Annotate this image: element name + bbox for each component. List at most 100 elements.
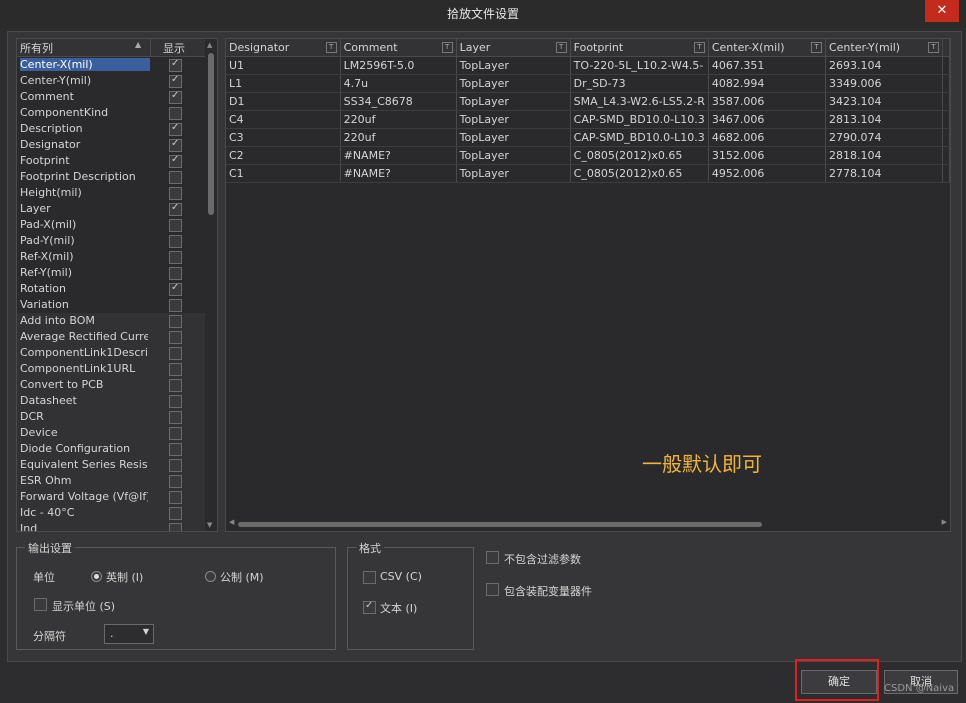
csv-label[interactable]: CSV (C) [380, 570, 422, 583]
column-item[interactable]: Footprint Description [17, 169, 217, 185]
column-item[interactable]: Datasheet [17, 393, 217, 409]
column-show-checkbox[interactable] [169, 315, 182, 328]
column-item[interactable]: Height(mil) [17, 185, 217, 201]
columns-list[interactable]: 所有列 ▲ 显示 Center-X(mil) Center-Y(mil) Comme… [16, 38, 218, 532]
include-variants-label[interactable]: 包含装配变量器件 [504, 583, 592, 599]
column-item[interactable]: Add into BOM [17, 313, 217, 329]
column-item[interactable]: Footprint [17, 153, 217, 169]
include-variants-checkbox[interactable] [486, 583, 499, 596]
show-units-checkbox[interactable] [34, 598, 47, 611]
table-row[interactable]: L1 4.7u TopLayer Dr_SD-73 4082.994 3349.006 [226, 74, 950, 93]
column-show-checkbox[interactable] [169, 187, 182, 200]
column-show-checkbox[interactable] [169, 299, 182, 312]
separator-dropdown[interactable]: . ▼ [104, 624, 154, 644]
column-item[interactable]: Description [17, 121, 217, 137]
scroll-down-icon[interactable]: ▼ [207, 521, 212, 529]
column-header[interactable]: Comment T [340, 39, 457, 57]
filter-icon[interactable]: T [441, 42, 453, 53]
column-item[interactable]: DCR [17, 409, 217, 425]
column-show-checkbox[interactable] [169, 331, 182, 344]
column-show-checkbox[interactable] [169, 171, 182, 184]
column-header[interactable]: Layer T [456, 39, 571, 57]
filter-icon[interactable]: T [693, 42, 705, 53]
table-row[interactable]: D1 SS34_C8678 TopLayer SMA_L4.3-W2.6-LS5.2-… [226, 92, 950, 111]
column-item[interactable]: Diode Configuration [17, 441, 217, 457]
column-show-checkbox[interactable] [169, 379, 182, 392]
grid-h-scrollbar[interactable]: ◀ ▶ [226, 517, 950, 531]
column-show-checkbox[interactable] [169, 363, 182, 376]
metric-radio[interactable] [205, 571, 216, 582]
text-checkbox[interactable] [363, 600, 376, 614]
column-show-checkbox[interactable] [169, 74, 182, 88]
table-row[interactable]: C1 #NAME? TopLayer C_0805(2012)x0.65 4952.00… [226, 164, 950, 183]
column-show-checkbox[interactable] [169, 202, 182, 216]
column-item[interactable]: Ref-Y(mil) [17, 265, 217, 281]
show-header[interactable]: 显示 [163, 40, 185, 56]
scroll-up-icon[interactable]: ▲ [207, 41, 212, 49]
column-item[interactable]: Idc - 40°C [17, 505, 217, 521]
table-row[interactable]: C3 220uf TopLayer CAP-SMD_BD10.0-L10.3 4682.… [226, 128, 950, 147]
show-units-label[interactable]: 显示单位 (S) [52, 598, 115, 614]
column-item[interactable]: Rotation [17, 281, 217, 297]
column-header[interactable]: Center-X(mil) T [708, 39, 826, 57]
column-item[interactable]: Pad-X(mil) [17, 217, 217, 233]
metric-label[interactable]: 公制 (M) [220, 569, 264, 585]
column-item[interactable]: ComponentLink1URL [17, 361, 217, 377]
column-show-checkbox[interactable] [169, 282, 182, 296]
column-show-checkbox[interactable] [169, 475, 182, 488]
column-show-checkbox[interactable] [169, 523, 182, 531]
column-show-checkbox[interactable] [169, 107, 182, 120]
filter-icon[interactable]: T [325, 42, 337, 53]
column-item[interactable]: Equivalent Series Resistance [17, 457, 217, 473]
column-show-checkbox[interactable] [169, 491, 182, 504]
column-item[interactable]: Variation [17, 297, 217, 313]
column-show-checkbox[interactable] [169, 459, 182, 472]
column-show-checkbox[interactable] [169, 138, 182, 152]
column-show-checkbox[interactable] [169, 251, 182, 264]
column-item[interactable]: Center-X(mil) [17, 57, 217, 73]
text-label[interactable]: 文本 (I) [380, 600, 417, 616]
scroll-thumb[interactable] [208, 53, 214, 215]
column-header[interactable]: Footprint T [570, 39, 709, 57]
close-icon[interactable]: ✕ [925, 0, 959, 22]
scroll-right-icon[interactable]: ▶ [942, 518, 947, 526]
h-scroll-thumb[interactable] [238, 522, 762, 527]
column-item[interactable]: ComponentKind [17, 105, 217, 121]
column-show-checkbox[interactable] [169, 427, 182, 440]
column-show-checkbox[interactable] [169, 395, 182, 408]
column-show-checkbox[interactable] [169, 443, 182, 456]
column-show-checkbox[interactable] [169, 154, 182, 168]
column-show-checkbox[interactable] [169, 122, 182, 136]
filter-icon[interactable]: T [810, 42, 822, 53]
column-show-checkbox[interactable] [169, 347, 182, 360]
filter-icon[interactable]: T [555, 42, 567, 53]
column-show-checkbox[interactable] [169, 235, 182, 248]
column-show-checkbox[interactable] [169, 58, 182, 72]
column-header[interactable]: Designator T [226, 39, 341, 57]
table-row[interactable]: C2 #NAME? TopLayer C_0805(2012)x0.65 3152.00… [226, 146, 950, 165]
column-item[interactable]: ComponentLink1Description [17, 345, 217, 361]
column-item[interactable]: Layer [17, 201, 217, 217]
filter-icon[interactable]: T [927, 42, 939, 53]
column-header[interactable]: Center-Y(mil) T [825, 39, 943, 57]
column-item[interactable]: Designator [17, 137, 217, 153]
column-item[interactable]: Average Rectified Current [17, 329, 217, 345]
all-columns-header[interactable]: 所有列 [20, 40, 53, 56]
column-item[interactable]: Pad-Y(mil) [17, 233, 217, 249]
exclude-filter-checkbox[interactable] [486, 551, 499, 564]
scroll-left-icon[interactable]: ◀ [229, 518, 234, 526]
columns-scrollbar[interactable]: ▲ ▼ [205, 39, 217, 531]
column-item[interactable]: Center-Y(mil) [17, 73, 217, 89]
column-show-checkbox[interactable] [169, 90, 182, 104]
column-show-checkbox[interactable] [169, 507, 182, 520]
column-item[interactable]: Ref-X(mil) [17, 249, 217, 265]
table-row[interactable]: C4 220uf TopLayer CAP-SMD_BD10.0-L10.3 3467.… [226, 110, 950, 129]
imperial-radio[interactable] [91, 571, 102, 582]
column-item[interactable]: Forward Voltage (Vf@If) [17, 489, 217, 505]
column-show-checkbox[interactable] [169, 411, 182, 424]
column-item[interactable]: Comment [17, 89, 217, 105]
csv-checkbox[interactable] [363, 571, 376, 584]
column-item[interactable]: Convert to PCB [17, 377, 217, 393]
imperial-label[interactable]: 英制 (I) [106, 569, 143, 585]
column-item[interactable]: Device [17, 425, 217, 441]
